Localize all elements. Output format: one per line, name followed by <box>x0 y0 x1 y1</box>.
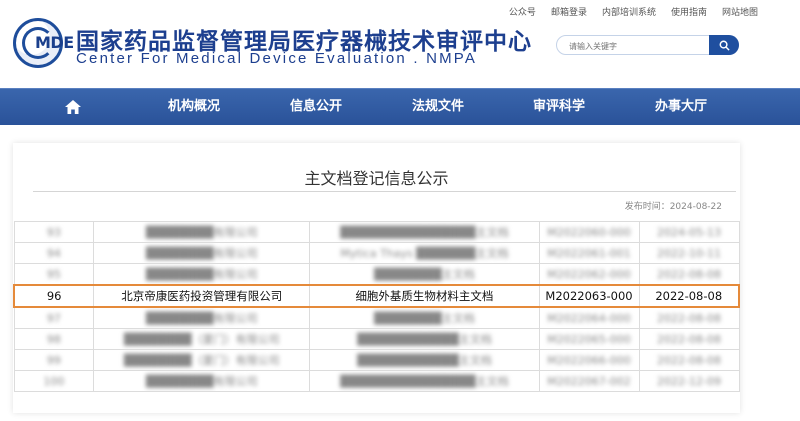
row-company: ████████有限公司 <box>145 268 258 281</box>
nav-item-organization[interactable]: 机构概况 <box>168 89 220 125</box>
row-number: 99 <box>46 353 61 367</box>
row-document[interactable]: Mytica Thays ███████主文档 <box>340 247 508 260</box>
row-company: ████████（厦门）有限公司 <box>123 354 280 367</box>
row-document[interactable]: ████████主文档 <box>374 312 475 325</box>
top-link-guide[interactable]: 使用指南 <box>671 5 707 18</box>
row-date: 2022-08-08 <box>657 311 721 325</box>
table-row: 98 ████████（厦门）有限公司 ████████████主文档 M202… <box>13 328 740 350</box>
row-document[interactable]: ████████████████主文档 <box>340 375 508 388</box>
table-row: 93 ████████有限公司 ████████████████主文档 M202… <box>13 221 740 243</box>
nav-item-info-disclosure[interactable]: 信息公开 <box>290 89 342 125</box>
row-company: 北京帝康医药投资管理有限公司 <box>121 289 283 303</box>
row-code: M2022062-000 <box>547 267 631 281</box>
row-number: 100 <box>43 374 65 388</box>
row-document[interactable]: ████████████主文档 <box>357 333 492 346</box>
search-button[interactable] <box>709 35 739 55</box>
row-date: 2022-10-11 <box>657 246 721 260</box>
row-code: M2022063-000 <box>545 289 633 303</box>
row-company: ████████（厦门）有限公司 <box>123 333 280 346</box>
row-code: M2022060-000 <box>547 225 631 239</box>
table-row: 95 ████████有限公司 ████████主文档 M2022062-000… <box>13 263 740 286</box>
row-date: 2024-05-13 <box>657 225 721 239</box>
row-code: M2022061-001 <box>547 246 631 260</box>
site-title-en: Center For Medical Device Evaluation . N… <box>76 50 478 67</box>
row-date: 2022-08-08 <box>657 267 721 281</box>
table-row-highlighted: 96 北京帝康医药投资管理有限公司 细胞外基质生物材料主文档 M2022063-… <box>13 284 740 308</box>
row-date: 2022-08-08 <box>655 289 723 303</box>
row-company: ████████有限公司 <box>145 375 258 388</box>
nav-item-review-science[interactable]: 审评科学 <box>533 89 585 125</box>
top-link-wechat[interactable]: 公众号 <box>509 5 536 18</box>
row-number: 97 <box>46 311 61 325</box>
row-number: 94 <box>46 246 61 260</box>
top-link-mail-login[interactable]: 邮箱登录 <box>551 5 587 18</box>
logo-text: MDE <box>35 33 74 52</box>
row-document[interactable]: ████████████████主文档 <box>340 226 508 239</box>
row-date: 2022-08-08 <box>657 332 721 346</box>
top-links: 公众号 邮箱登录 内部培训系统 使用指南 网站地图 <box>509 5 758 18</box>
row-document[interactable]: 细胞外基质生物材料主文档 <box>355 289 493 303</box>
page-title: 主文档登记信息公示 <box>304 169 449 188</box>
row-company: ████████有限公司 <box>145 247 258 260</box>
site-header: MDE 国家药品监督管理局医疗器械技术审评中心 Center For Medic… <box>0 0 800 88</box>
row-company: ████████有限公司 <box>145 226 258 239</box>
row-number: 98 <box>46 332 61 346</box>
nav-item-regulations[interactable]: 法规文件 <box>412 89 464 125</box>
master-file-table: 93 ████████有限公司 ████████████████主文档 M202… <box>13 221 740 392</box>
title-divider <box>33 191 736 192</box>
search-icon <box>719 40 730 51</box>
row-number: 96 <box>46 289 62 303</box>
row-date: 2022-08-08 <box>657 353 721 367</box>
home-icon[interactable] <box>64 99 82 115</box>
publish-date: 发布时间：2024-08-22 <box>624 202 722 212</box>
table-row: 94 ████████有限公司 Mytica Thays ███████主文档 … <box>13 242 740 264</box>
top-link-training[interactable]: 内部培训系统 <box>602 5 656 18</box>
search-box <box>556 35 739 55</box>
row-document[interactable]: ████████████主文档 <box>357 354 492 367</box>
row-code: M2022064-000 <box>547 311 631 325</box>
row-number: 95 <box>46 267 61 281</box>
table-row: 99 ████████（厦门）有限公司 ████████████主文档 M202… <box>13 349 740 371</box>
row-code: M2022065-000 <box>547 332 631 346</box>
row-document[interactable]: ████████主文档 <box>374 268 475 281</box>
table-row: 97 ████████有限公司 ████████主文档 M2022064-000… <box>13 306 740 329</box>
table-row: 100 ████████有限公司 ████████████████主文档 M20… <box>13 370 740 392</box>
content-card: 主文档登记信息公示 发布时间：2024-08-22 93 ████████有限公… <box>13 143 740 413</box>
row-date: 2022-12-09 <box>657 374 721 388</box>
nav-item-service-hall[interactable]: 办事大厅 <box>655 89 707 125</box>
row-code: M2022066-000 <box>547 353 631 367</box>
top-link-sitemap[interactable]: 网站地图 <box>722 5 758 18</box>
main-nav: 机构概况 信息公开 法规文件 审评科学 办事大厅 <box>0 88 800 125</box>
row-company: ████████有限公司 <box>145 312 258 325</box>
search-input[interactable] <box>567 38 701 54</box>
row-number: 93 <box>46 225 61 239</box>
row-code: M2022067-002 <box>547 374 631 388</box>
